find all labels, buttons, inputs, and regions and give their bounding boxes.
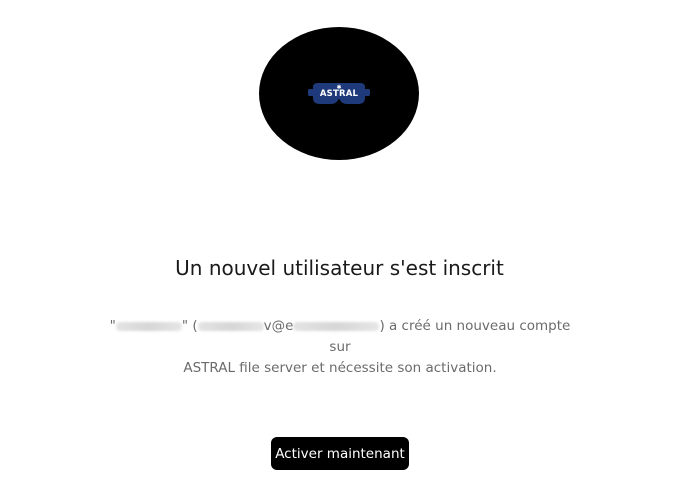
logo-badge: ✱ ASTRAL xyxy=(259,27,419,160)
redacted-email-domain xyxy=(293,321,380,331)
activate-now-button[interactable]: Activer maintenant xyxy=(271,437,409,470)
logo-text: ASTRAL xyxy=(319,88,359,99)
quote-open: " xyxy=(109,318,116,334)
redacted-username xyxy=(115,321,182,331)
email-page: ✱ ASTRAL Un nouvel utilisateur s'est ins… xyxy=(0,0,679,500)
notification-message: " " (v@e) a créé un nouveau compte sur AS… xyxy=(100,316,580,379)
astral-goggles-icon: ✱ ASTRAL xyxy=(308,79,370,109)
quote-close: " ( xyxy=(181,318,198,334)
message-line2: ASTRAL file server et nécessite son acti… xyxy=(183,360,497,376)
redacted-email-local xyxy=(197,321,264,331)
email-fragment: v@e xyxy=(263,318,294,334)
page-title: Un nouvel utilisateur s'est inscrit xyxy=(175,256,504,280)
